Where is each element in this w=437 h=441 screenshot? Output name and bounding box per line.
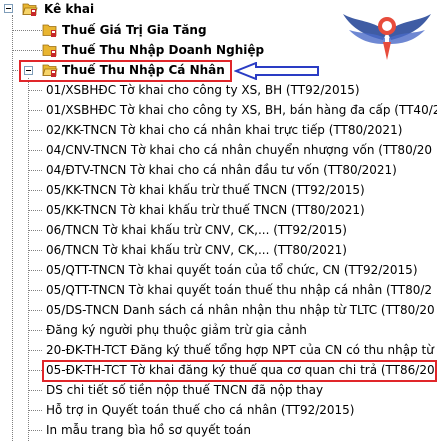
tree-leaf-label: 05/DS-TNCN Danh sách cá nhân nhận thu nh… xyxy=(46,303,435,317)
tree-leaf-item[interactable]: DS chi tiết số tiền nộp thuế TNCN đã nộp… xyxy=(46,380,323,400)
tree-leaf-label: 02/KK-TNCN Tờ khai cho cá nhân khai trực… xyxy=(46,123,403,137)
folder-icon xyxy=(42,44,57,57)
tree-leaf-label: 06/TNCN Tờ khai khấu trừ CNV, CK,... (TT… xyxy=(46,223,347,237)
tree-leaf-item[interactable]: 01/XSBHĐC Tờ khai cho công ty XS, BH, bá… xyxy=(46,100,437,120)
pointer-arrow-icon xyxy=(234,62,319,80)
tree-guide-line xyxy=(28,190,42,191)
tree-leaf-item[interactable]: 06/TNCN Tờ khai khấu trừ CNV, CK,... (TT… xyxy=(46,220,347,240)
folder-icon xyxy=(42,24,57,37)
tree-guide-line xyxy=(28,110,42,111)
tree-leaf-item[interactable]: 04/ĐTV-TNCN Tờ khai cho cá nhân đầu tư v… xyxy=(46,160,397,180)
category-label: Thuế Thu Nhập Doanh Nghiệp xyxy=(62,43,265,57)
collapse-toggle-icon[interactable] xyxy=(4,4,13,13)
tree-guide-line xyxy=(28,290,42,291)
tree-guide-line xyxy=(28,230,42,231)
tree-leaf-item[interactable]: In mẫu trang bìa hồ sơ quyết toán xyxy=(46,420,251,440)
tree-guide-line xyxy=(28,390,42,391)
declaration-tree: Kê khai Thuế Giá Trị Gia Tăng Thuế Thu N… xyxy=(0,0,437,441)
tree-guide-line xyxy=(12,30,42,31)
tree-guide-line xyxy=(28,90,42,91)
tree-leaf-label: 05/KK-TNCN Tờ khai khấu trừ thuế TNCN (T… xyxy=(46,183,365,197)
tree-leaf-label: DS chi tiết số tiền nộp thuế TNCN đã nộp… xyxy=(46,383,324,397)
tree-leaf-item[interactable]: 05/KK-TNCN Tờ khai khấu trừ thuế TNCN (T… xyxy=(46,200,365,220)
tree-leaf-label: 01/XSBHĐC Tờ khai cho công ty XS, BH (TT… xyxy=(46,83,360,97)
tree-guide-line xyxy=(28,370,42,371)
tree-leaf-item[interactable]: 04/CNV-TNCN Tờ khai cho cá nhân chuyển n… xyxy=(46,140,432,160)
tree-leaf-item[interactable]: 01/XSBHĐC Tờ khai cho công ty XS, BH (TT… xyxy=(46,80,360,100)
tree-leaf-label: 05/KK-TNCN Tờ khai khấu trừ thuế TNCN (T… xyxy=(46,203,365,217)
category-label: Thuế Thu Nhập Cá Nhân xyxy=(62,63,225,77)
tree-leaf-item[interactable]: 05/QTT-TNCN Tờ khai quyết toán thuế thu … xyxy=(46,280,432,300)
tree-leaf-item[interactable]: 06/TNCN Tờ khai khấu trừ CNV, CK,... (TT… xyxy=(46,240,347,260)
tree-guide-line xyxy=(28,210,42,211)
tree-leaf-item[interactable]: Đăng ký người phụ thuộc giảm trừ gia cản… xyxy=(46,320,307,340)
tree-guide-line xyxy=(28,270,42,271)
folder-open-icon xyxy=(22,3,38,16)
tree-leaf-item[interactable]: 05/DS-TNCN Danh sách cá nhân nhận thu nh… xyxy=(46,300,435,320)
category-label: Thuế Giá Trị Gia Tăng xyxy=(62,23,207,37)
tree-leaf-item[interactable]: 05/KK-TNCN Tờ khai khấu trừ thuế TNCN (T… xyxy=(46,180,365,200)
root-label: Kê khai xyxy=(44,2,95,16)
tree-leaf-label: 06/TNCN Tờ khai khấu trừ CNV, CK,... (TT… xyxy=(46,243,347,257)
tree-leaf-label: 04/ĐTV-TNCN Tờ khai cho cá nhân đầu tư v… xyxy=(46,163,397,177)
tree-leaf-item[interactable]: 05/QTT-TNCN Tờ khai quyết toán của tổ ch… xyxy=(46,260,418,280)
tree-guide-line xyxy=(28,170,42,171)
tree-leaf-label: Hỗ trợ in Quyết toán thuế cho cá nhân (T… xyxy=(46,403,355,417)
tree-leaf-item[interactable]: Hỗ trợ in Quyết toán thuế cho cá nhân (T… xyxy=(46,400,355,420)
tree-guide-line xyxy=(12,70,20,71)
tree-guide-line xyxy=(28,350,42,351)
tree-leaf-label: Đăng ký người phụ thuộc giảm trừ gia cản… xyxy=(46,323,307,337)
tree-guide-line xyxy=(28,430,42,431)
company-logo xyxy=(343,14,431,60)
tree-guide-line xyxy=(28,410,42,411)
tree-guide-line xyxy=(28,150,42,151)
folder-open-icon xyxy=(42,64,58,77)
tree-leaf-label: 05-ĐK-TH-TCT Tờ khai đăng ký thuế qua cơ… xyxy=(46,363,437,377)
tree-leaf-label: 01/XSBHĐC Tờ khai cho công ty XS, BH, bá… xyxy=(46,103,437,117)
tree-leaf-label: 20-ĐK-TH-TCT Đăng ký thuế tổng hợp NPT c… xyxy=(46,343,434,357)
tree-guide-line xyxy=(28,310,42,311)
tree-leaf-label: In mẫu trang bìa hồ sơ quyết toán xyxy=(46,423,251,437)
collapse-toggle-icon[interactable] xyxy=(24,66,33,75)
tree-leaf-label: 05/QTT-TNCN Tờ khai quyết toán thuế thu … xyxy=(46,283,433,297)
tree-leaf-label: 04/CNV-TNCN Tờ khai cho cá nhân chuyển n… xyxy=(46,143,433,157)
tree-guide-line xyxy=(28,78,29,441)
tree-leaf-item[interactable]: 20-ĐK-TH-TCT Đăng ký thuế tổng hợp NPT c… xyxy=(46,340,434,360)
tree-guide-line xyxy=(12,15,13,441)
tree-guide-line xyxy=(12,50,42,51)
tree-leaf-label: 05/QTT-TNCN Tờ khai quyết toán của tổ ch… xyxy=(46,263,418,277)
tree-guide-line xyxy=(28,130,42,131)
tree-guide-line xyxy=(28,250,42,251)
tree-leaf-item[interactable]: 05-ĐK-TH-TCT Tờ khai đăng ký thuế qua cơ… xyxy=(46,360,437,380)
tree-guide-line xyxy=(28,330,42,331)
tree-leaf-item[interactable]: 02/KK-TNCN Tờ khai cho cá nhân khai trực… xyxy=(46,120,402,140)
